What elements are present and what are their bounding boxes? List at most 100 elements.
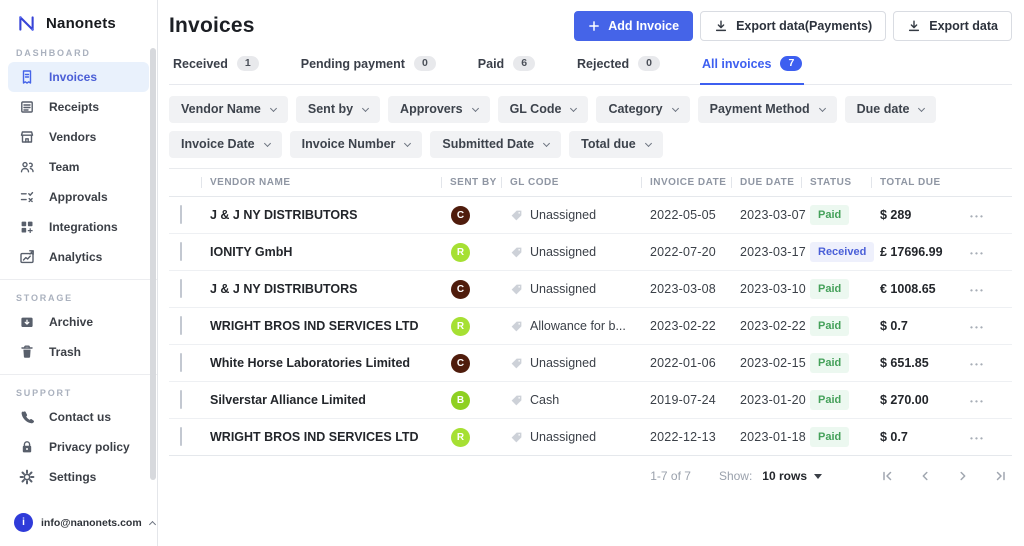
gl-code-value: Unassigned bbox=[530, 282, 596, 296]
sent-by-avatar: B bbox=[451, 391, 470, 410]
filter-label: Sent by bbox=[308, 103, 353, 116]
filter-payment-method[interactable]: Payment Method bbox=[698, 96, 837, 123]
caret-down-icon bbox=[814, 474, 822, 479]
sidebar: Nanonets DASHBOARD Invoices Receipts Ven… bbox=[0, 0, 158, 546]
sidebar-item-archive[interactable]: Archive bbox=[8, 307, 149, 337]
row-actions-button[interactable] bbox=[964, 387, 991, 413]
tab-received[interactable]: Received 1 bbox=[171, 48, 261, 85]
tag-icon bbox=[510, 283, 523, 296]
chevron-down-icon bbox=[270, 104, 277, 111]
column-header-due-date: DUE DATE bbox=[731, 177, 801, 188]
due-date-cell: 2023-02-22 bbox=[731, 319, 801, 333]
tab-all-invoices[interactable]: All invoices 7 bbox=[700, 48, 804, 85]
tab-label: Received bbox=[173, 57, 228, 71]
filter-approvers[interactable]: Approvers bbox=[388, 96, 490, 123]
vendor-name-cell: J & J NY DISTRIBUTORS bbox=[201, 282, 441, 296]
filter-sent-by[interactable]: Sent by bbox=[296, 96, 380, 123]
sidebar-item-trash[interactable]: Trash bbox=[8, 337, 149, 367]
chevron-down-icon bbox=[918, 104, 925, 111]
tab-rejected[interactable]: Rejected 0 bbox=[575, 48, 662, 85]
filter-label: Submitted Date bbox=[442, 138, 534, 151]
row-actions-button[interactable] bbox=[964, 424, 991, 450]
row-actions-button[interactable] bbox=[964, 276, 991, 302]
sent-by-avatar: C bbox=[451, 206, 470, 225]
first-page-button[interactable] bbox=[879, 469, 894, 483]
account-row[interactable]: i info@nanonets.com bbox=[0, 503, 157, 546]
table-row[interactable]: WRIGHT BROS IND SERVICES LTD R Unassigne… bbox=[169, 419, 1012, 456]
next-page-button[interactable] bbox=[955, 469, 970, 483]
row-actions-button[interactable] bbox=[964, 239, 991, 265]
gear-icon bbox=[18, 469, 35, 486]
filter-vendor-name[interactable]: Vendor Name bbox=[169, 96, 288, 123]
account-email: info@nanonets.com bbox=[41, 517, 142, 529]
filter-gl-code[interactable]: GL Code bbox=[498, 96, 589, 123]
row-actions-button[interactable] bbox=[964, 202, 991, 228]
row-checkbox[interactable] bbox=[180, 316, 182, 335]
row-checkbox[interactable] bbox=[180, 427, 182, 446]
export-payments-button[interactable]: Export data(Payments) bbox=[700, 11, 886, 41]
gl-code-value: Unassigned bbox=[530, 430, 596, 444]
chevron-down-icon bbox=[819, 104, 826, 111]
table-row[interactable]: Silverstar Alliance Limited B Cash 2019-… bbox=[169, 382, 1012, 419]
filter-label: Invoice Number bbox=[302, 138, 396, 151]
table-row[interactable]: White Horse Laboratories Limited C Unass… bbox=[169, 345, 1012, 382]
sidebar-item-integrations[interactable]: Integrations bbox=[8, 212, 149, 242]
sidebar-item-vendors[interactable]: Vendors bbox=[8, 122, 149, 152]
filter-submitted-date[interactable]: Submitted Date bbox=[430, 131, 561, 158]
tag-icon bbox=[510, 431, 523, 444]
row-checkbox[interactable] bbox=[180, 353, 182, 372]
vendor-name-cell: J & J NY DISTRIBUTORS bbox=[201, 208, 441, 222]
table-header-row: VENDOR NAMESENT BYGL CODEINVOICE DATEDUE… bbox=[169, 169, 1012, 197]
total-due-cell: $ 651.85 bbox=[871, 356, 943, 370]
filter-label: Payment Method bbox=[710, 103, 810, 116]
invoices-table: VENDOR NAMESENT BYGL CODEINVOICE DATEDUE… bbox=[169, 168, 1012, 456]
add-invoice-button[interactable]: Add Invoice bbox=[574, 11, 693, 41]
tab-pending-payment[interactable]: Pending payment 0 bbox=[299, 48, 438, 85]
rows-per-page-select[interactable]: 10 rows bbox=[762, 469, 822, 483]
sidebar-item-receipts[interactable]: Receipts bbox=[8, 92, 149, 122]
sidebar-item-settings[interactable]: Settings bbox=[8, 462, 149, 492]
export-data-button[interactable]: Export data bbox=[893, 11, 1012, 41]
row-checkbox[interactable] bbox=[180, 242, 182, 261]
gl-code-cell: Unassigned bbox=[501, 245, 641, 259]
row-actions-button[interactable] bbox=[964, 313, 991, 339]
sidebar-item-analytics[interactable]: Analytics bbox=[8, 242, 149, 272]
tab-paid[interactable]: Paid 6 bbox=[476, 48, 537, 85]
invoice-date-cell: 2019-07-24 bbox=[641, 393, 731, 407]
tab-count-badge: 6 bbox=[513, 56, 535, 71]
pagination-range: 1-7 of 7 bbox=[650, 469, 691, 483]
sent-by-avatar: R bbox=[451, 243, 470, 262]
filter-invoice-number[interactable]: Invoice Number bbox=[290, 131, 423, 158]
sidebar-item-contact-us[interactable]: Contact us bbox=[8, 402, 149, 432]
row-actions-button[interactable] bbox=[964, 350, 991, 376]
sidebar-item-label: Analytics bbox=[49, 250, 102, 264]
sidebar-item-label: Approvals bbox=[49, 190, 108, 204]
filter-category[interactable]: Category bbox=[596, 96, 689, 123]
sidebar-item-privacy-policy[interactable]: Privacy policy bbox=[8, 432, 149, 462]
table-row[interactable]: IONITY GmbH R Unassigned 2022-07-20 2023… bbox=[169, 234, 1012, 271]
table-row[interactable]: J & J NY DISTRIBUTORS C Unassigned 2023-… bbox=[169, 271, 1012, 308]
gl-code-value: Unassigned bbox=[530, 245, 596, 259]
table-row[interactable]: J & J NY DISTRIBUTORS C Unassigned 2022-… bbox=[169, 197, 1012, 234]
export-data-label: Export data bbox=[929, 19, 998, 33]
previous-page-button[interactable] bbox=[917, 469, 932, 483]
sidebar-item-invoices[interactable]: Invoices bbox=[8, 62, 149, 92]
row-checkbox[interactable] bbox=[180, 390, 182, 409]
last-page-button[interactable] bbox=[993, 469, 1008, 483]
chevron-down-icon bbox=[543, 139, 550, 146]
filter-due-date[interactable]: Due date bbox=[845, 96, 937, 123]
chevron-down-icon bbox=[672, 104, 679, 111]
chevron-down-icon bbox=[472, 104, 479, 111]
tag-icon bbox=[510, 246, 523, 259]
filter-invoice-date[interactable]: Invoice Date bbox=[169, 131, 282, 158]
brand[interactable]: Nanonets bbox=[0, 0, 157, 38]
sidebar-scrollbar[interactable] bbox=[150, 48, 156, 480]
row-checkbox[interactable] bbox=[180, 279, 182, 298]
sidebar-item-approvals[interactable]: Approvals bbox=[8, 182, 149, 212]
table-row[interactable]: WRIGHT BROS IND SERVICES LTD R Allowance… bbox=[169, 308, 1012, 345]
nanonets-logo-icon bbox=[16, 13, 37, 34]
filter-total-due[interactable]: Total due bbox=[569, 131, 663, 158]
sidebar-item-team[interactable]: Team bbox=[8, 152, 149, 182]
gl-code-cell: Allowance for b... bbox=[501, 319, 641, 333]
row-checkbox[interactable] bbox=[180, 205, 182, 224]
